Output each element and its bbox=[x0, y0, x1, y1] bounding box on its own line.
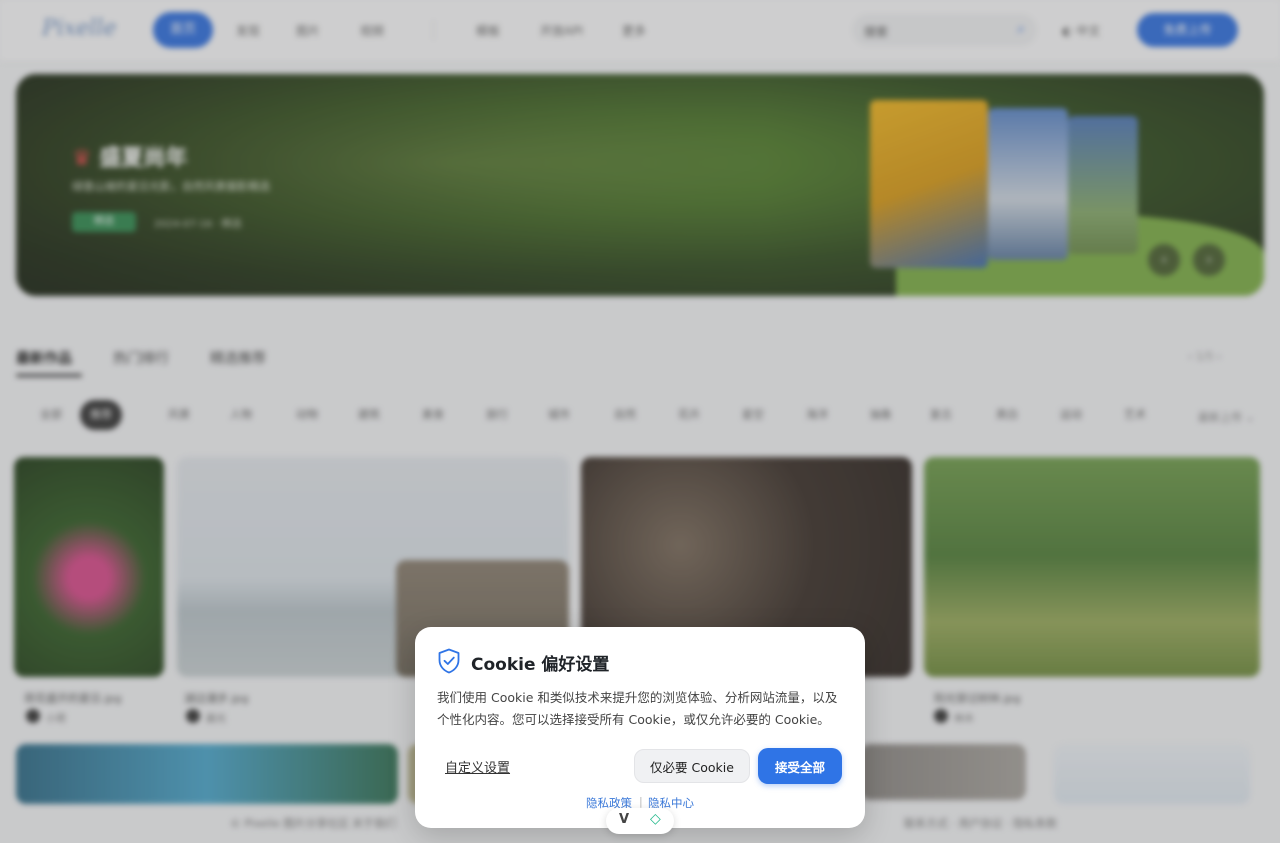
floating-widget[interactable]: V ◇ bbox=[606, 808, 674, 834]
link-separator: | bbox=[639, 795, 643, 808]
cookie-dialog-body: 我们使用 Cookie 和类似技术来提升您的浏览体验、分析网站流量，以及个性化内… bbox=[437, 690, 838, 727]
diamond-icon[interactable]: ◇ bbox=[650, 811, 661, 827]
cookie-dialog-title: Cookie 偏好设置 bbox=[471, 655, 610, 675]
customize-settings-link[interactable]: 自定义设置 bbox=[445, 757, 510, 776]
cookie-dialog: Cookie 偏好设置 我们使用 Cookie 和类似技术来提升您的浏览体验、分… bbox=[415, 627, 865, 828]
shield-check-icon bbox=[438, 648, 460, 674]
accept-all-button[interactable]: 接受全部 bbox=[758, 748, 842, 784]
necessary-only-button[interactable]: 仅必要 Cookie bbox=[634, 749, 750, 783]
v-logo-icon[interactable]: V bbox=[619, 812, 629, 827]
